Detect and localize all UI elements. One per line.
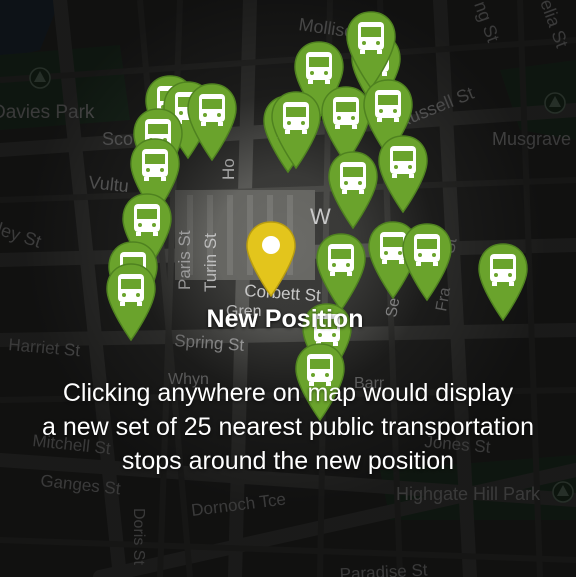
street-label-davies-park: Davies Park [0,102,95,123]
bus-stop-pin-icon[interactable] [315,232,367,312]
bus-stop-pin-icon[interactable] [270,90,322,170]
street-label-turin: Turin St [201,233,220,292]
street-label-musgrave: Musgrave [492,129,571,149]
bus-stop-pin-icon[interactable] [377,134,429,214]
bus-stop-pin-icon[interactable] [477,242,529,322]
bus-stop-pin-icon[interactable] [327,150,379,230]
bus-stop-pin-icon[interactable] [105,262,157,342]
park-marker-icon [29,67,51,89]
street-label-paris: Paris St [175,230,194,290]
bus-stop-pin-icon[interactable] [401,222,453,302]
instruction-line: a new set of 25 nearest public transport… [42,413,534,441]
location-pin-icon[interactable] [245,220,297,298]
street-label-doris: Doris St [130,508,147,565]
park-marker-icon [552,481,574,503]
new-position-label: New Position [206,305,364,333]
instruction-text: Clicking anywhere on map would display a… [0,376,576,478]
map-screen: Mollison St Russell St Musgrave Davies P… [0,0,576,577]
street-label-highgate: Highgate Hill Park [396,484,541,504]
bus-stop-pin-icon[interactable] [186,82,238,162]
instruction-line: stops around the new position [121,447,455,475]
park-marker-icon [544,92,566,114]
instruction-line: Clicking anywhere on map would display [62,379,514,407]
